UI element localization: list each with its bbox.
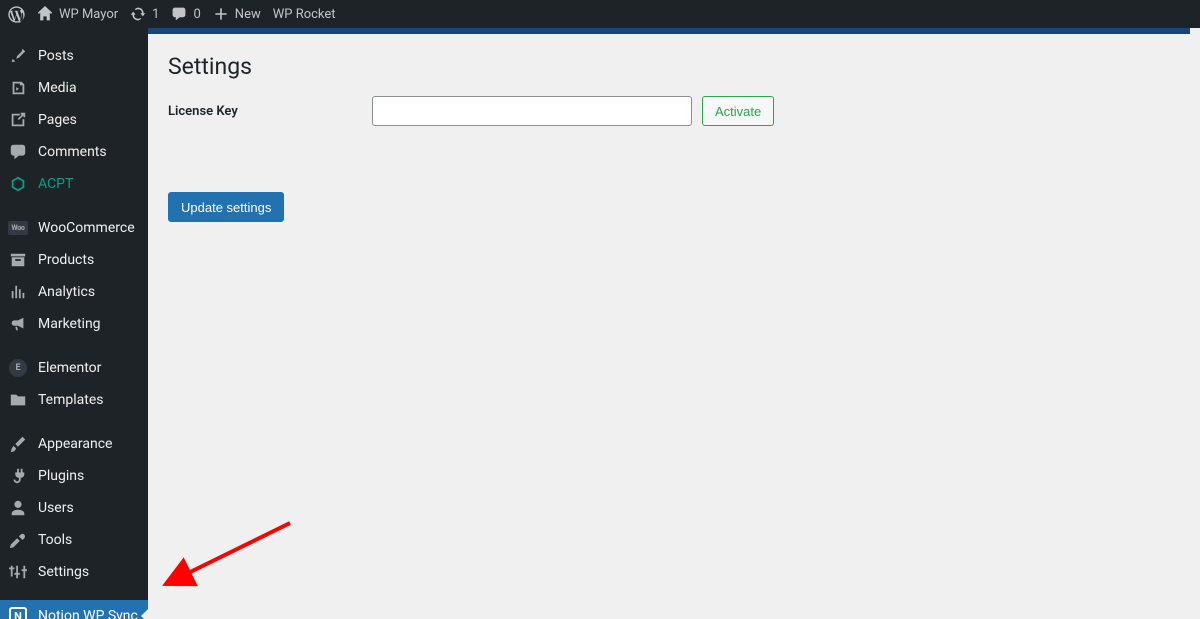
sidebar-item-label: WooCommerce	[38, 220, 135, 236]
sidebar-item-tools[interactable]: Tools	[0, 524, 148, 556]
license-key-input[interactable]	[372, 96, 692, 126]
content-area: Settings License Key Activate Update set…	[148, 28, 1190, 619]
folder-icon	[8, 390, 28, 410]
home-icon	[37, 6, 53, 22]
sidebar-item-products[interactable]: Products	[0, 244, 148, 276]
sidebar-item-label: Templates	[38, 392, 104, 408]
sidebar-item-marketing[interactable]: Marketing	[0, 308, 148, 340]
sidebar-item-analytics[interactable]: Analytics	[0, 276, 148, 308]
sidebar-item-label: Appearance	[38, 436, 112, 452]
sidebar-item-label: Analytics	[38, 284, 95, 300]
sidebar-item-label: Elementor	[38, 360, 101, 376]
updates-count: 1	[152, 7, 159, 22]
chart-icon	[8, 282, 28, 302]
update-icon	[130, 6, 146, 22]
box-icon	[8, 174, 28, 194]
comments-link[interactable]: 0	[171, 6, 200, 22]
brush-icon	[8, 434, 28, 454]
admin-bar: WP Mayor 1 0 New WP Rocket	[0, 0, 1200, 28]
sidebar-item-label: ACPT	[38, 176, 73, 192]
plus-icon	[213, 6, 229, 22]
page-icon	[8, 110, 28, 130]
sliders-icon	[8, 562, 28, 582]
sidebar-item-elementor[interactable]: E Elementor	[0, 352, 148, 384]
comments-count: 0	[193, 7, 200, 22]
site-name-label: WP Mayor	[59, 7, 118, 22]
plug-icon	[8, 466, 28, 486]
license-key-label: License Key	[168, 104, 372, 119]
new-content-label: New	[235, 7, 261, 22]
sidebar-item-label: Products	[38, 252, 94, 268]
sidebar-item-label: Plugins	[38, 468, 84, 484]
sidebar-item-media[interactable]: Media	[0, 72, 148, 104]
license-key-row: License Key Activate	[168, 96, 1170, 126]
sidebar-item-users[interactable]: Users	[0, 492, 148, 524]
wrench-icon	[8, 530, 28, 550]
sidebar-item-woocommerce[interactable]: Woo WooCommerce	[0, 212, 148, 244]
sidebar-item-label: Marketing	[38, 316, 101, 332]
sidebar-item-label: Posts	[38, 48, 74, 64]
wordpress-icon	[8, 6, 25, 23]
wp-logo[interactable]	[8, 6, 25, 23]
wp-rocket-label: WP Rocket	[273, 7, 336, 22]
sidebar-item-label: Tools	[38, 532, 72, 548]
sidebar-item-plugins[interactable]: Plugins	[0, 460, 148, 492]
sidebar-item-label: Settings	[38, 564, 89, 580]
sidebar-item-posts[interactable]: Posts	[0, 40, 148, 72]
user-icon	[8, 498, 28, 518]
page-title: Settings	[168, 44, 1170, 96]
sidebar-item-acpt[interactable]: ACPT	[0, 168, 148, 200]
sidebar-item-comments[interactable]: Comments	[0, 136, 148, 168]
sidebar-item-settings[interactable]: Settings	[0, 556, 148, 588]
archive-icon	[8, 250, 28, 270]
megaphone-icon	[8, 314, 28, 334]
sidebar-item-label: Media	[38, 80, 77, 96]
update-settings-button[interactable]: Update settings	[168, 192, 284, 222]
comment-icon	[171, 6, 187, 22]
sidebar-item-label: Pages	[38, 112, 77, 128]
updates-link[interactable]: 1	[130, 6, 159, 22]
site-name-link[interactable]: WP Mayor	[37, 6, 118, 22]
sidebar-item-pages[interactable]: Pages	[0, 104, 148, 136]
admin-sidebar: Posts Media Pages Comments ACPT Woo WooC…	[0, 28, 148, 619]
comment-icon	[8, 142, 28, 162]
sidebar-item-label: Comments	[38, 144, 107, 160]
sidebar-item-label: Users	[38, 500, 74, 516]
wp-rocket-link[interactable]: WP Rocket	[273, 7, 336, 22]
new-content-link[interactable]: New	[213, 6, 261, 22]
sidebar-item-notion-wp-sync[interactable]: N Notion WP Sync	[0, 600, 148, 619]
elementor-icon: E	[8, 358, 28, 378]
activate-button[interactable]: Activate	[702, 96, 774, 126]
sidebar-item-appearance[interactable]: Appearance	[0, 428, 148, 460]
media-icon	[8, 78, 28, 98]
pin-icon	[8, 46, 28, 66]
woo-icon: Woo	[8, 218, 28, 238]
sidebar-item-label: Notion WP Sync	[38, 608, 138, 619]
sidebar-item-templates[interactable]: Templates	[0, 384, 148, 416]
notion-icon: N	[8, 606, 28, 619]
